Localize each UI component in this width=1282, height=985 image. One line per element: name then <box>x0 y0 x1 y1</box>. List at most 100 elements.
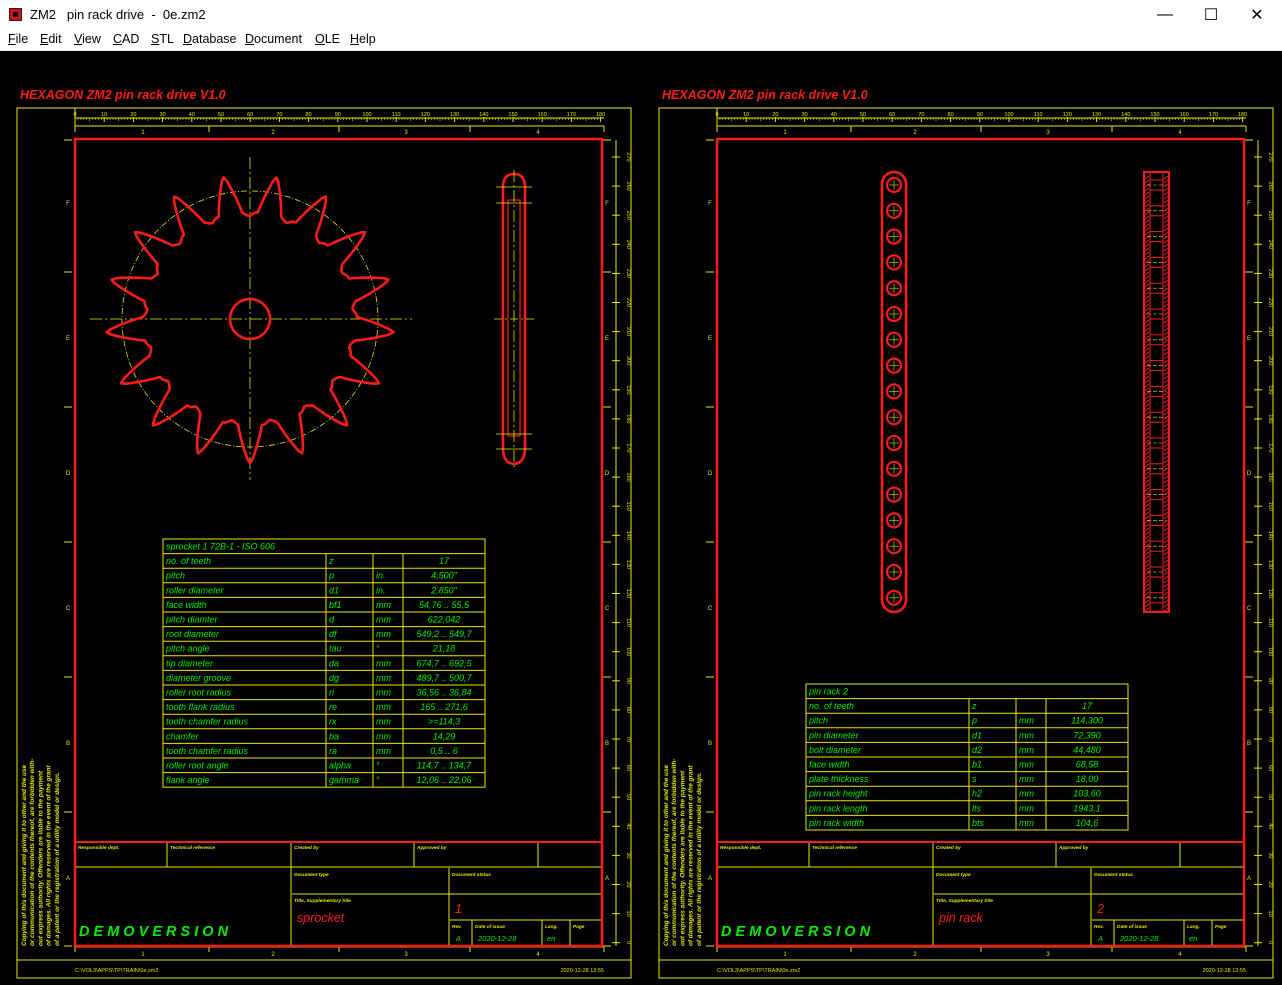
table-cell-unit: mm <box>376 717 391 727</box>
hatch-line <box>1163 255 1169 260</box>
hatch-line <box>1163 499 1169 504</box>
ruler-number: 70 <box>918 112 924 118</box>
menu-help[interactable]: Help <box>350 32 376 46</box>
title-bar[interactable]: ZM2 pin rack drive - 0e.zm2 — ☐ ✕ <box>0 0 1282 30</box>
hatch-line <box>1144 403 1150 408</box>
close-button[interactable]: ✕ <box>1234 0 1280 30</box>
hatch-line <box>1144 175 1150 180</box>
hatch-line <box>1163 351 1169 356</box>
hatch-line <box>1163 291 1169 296</box>
menu-file[interactable]: File <box>8 32 28 46</box>
menu-stl[interactable]: STL <box>151 32 174 46</box>
table-cell-symbol: bf1 <box>329 600 342 610</box>
ruler-number: 90 <box>335 112 341 118</box>
zone-letter-left: C <box>66 606 71 612</box>
table-cell-name: tooth chamfer radius <box>166 717 249 727</box>
side-number: 60 <box>625 765 631 771</box>
table-cell-value: 103,60 <box>1073 789 1101 799</box>
hatch-line <box>1163 219 1169 224</box>
table-cell-symbol: re <box>329 702 337 712</box>
hatch-line <box>1144 327 1150 332</box>
hatch-line <box>1163 571 1169 576</box>
hatch-line <box>1144 451 1150 456</box>
side-number: 70 <box>1267 736 1273 742</box>
hatch-line <box>1144 355 1150 360</box>
menu-view[interactable]: View <box>74 32 101 46</box>
table-cell-symbol: df <box>329 629 338 639</box>
side-number: 210 <box>1267 327 1273 336</box>
tb-label: Document status <box>1094 872 1133 878</box>
hatch-line <box>1163 527 1169 532</box>
hatch-line <box>1144 443 1150 448</box>
table-cell-unit: mm <box>376 600 391 610</box>
table-cell-symbol: alpha <box>329 761 351 771</box>
hatch-line <box>1163 307 1169 312</box>
ruler-number: 130 <box>1092 112 1101 118</box>
hatch-line <box>1144 275 1150 280</box>
app-icon[interactable] <box>9 8 22 21</box>
ruler-number: 130 <box>450 112 459 118</box>
hatch-line <box>1144 255 1150 260</box>
hatch-line <box>1163 347 1169 352</box>
hatch-line <box>1163 483 1169 488</box>
table-cell-value: 36,56 .. 36,84 <box>416 688 471 698</box>
table-cell-value: 622,042 <box>428 615 461 625</box>
close-icon: ✕ <box>1250 7 1264 24</box>
hatch-line <box>1163 451 1169 456</box>
menu-document[interactable]: Document <box>245 32 302 46</box>
zone-number-bottom: 3 <box>404 952 408 958</box>
hatch-line <box>1144 343 1150 348</box>
side-number: 160 <box>625 473 631 482</box>
sheet-header: HEXAGON ZM2 pin rack drive V1.0 <box>662 88 868 102</box>
maximize-button[interactable]: ☐ <box>1188 0 1234 30</box>
menu-database[interactable]: Database <box>183 32 237 46</box>
hatch-line <box>1144 563 1150 568</box>
menu-ole[interactable]: OLE <box>315 32 340 46</box>
copyright-note: or communication of the contents thereof… <box>29 759 36 946</box>
drawing-canvas[interactable]: HEXAGON ZM2 pin rack drive V1.00 10 20 30 40… <box>0 51 1282 985</box>
hatch-line <box>1144 591 1150 596</box>
table-cell-name: flank angle <box>166 775 210 785</box>
hatch-line <box>1163 431 1169 436</box>
sprocket-drawing <box>90 157 534 480</box>
copyright-note: out express authority. Offenders are lia… <box>679 770 686 946</box>
tb-label: Date of issue <box>475 924 505 930</box>
hatch-line <box>1144 271 1150 276</box>
table-cell-unit: mm <box>376 673 391 683</box>
hatch-line <box>1144 211 1150 216</box>
hatch-line <box>1144 571 1150 576</box>
table-cell-unit: mm <box>1019 789 1034 799</box>
table-cell-symbol: ra <box>329 746 337 756</box>
minimize-button[interactable]: — <box>1142 0 1188 30</box>
side-number: 240 <box>625 240 631 249</box>
zone-letter-left: D <box>66 471 71 477</box>
hatch-line <box>1163 187 1169 192</box>
table-title: pin rack 2 <box>808 687 848 697</box>
table-cell-name: pin rack length <box>808 803 868 813</box>
menu-edit[interactable]: Edit <box>40 32 62 46</box>
table-cell-symbol: d1 <box>972 730 982 740</box>
zone-letter-left: F <box>66 201 70 207</box>
side-number: 150 <box>625 502 631 511</box>
table-cell-symbol: gamma <box>329 775 359 785</box>
hatch-line <box>1144 407 1150 412</box>
table-cell-unit: in. <box>376 571 386 581</box>
ruler-number: 40 <box>831 112 837 118</box>
hatch-line <box>1144 195 1150 200</box>
hatch-line <box>1163 211 1169 216</box>
ruler-number: 10 <box>743 112 749 118</box>
hatch-line <box>1163 239 1169 244</box>
ruler-number: 90 <box>977 112 983 118</box>
hatch-line <box>1144 267 1150 272</box>
hatch-line <box>1163 575 1169 580</box>
window-title: ZM2 pin rack drive - 0e.zm2 <box>30 7 206 22</box>
tb-label: Document type <box>936 872 971 878</box>
side-number: 50 <box>1267 794 1273 800</box>
menu-cad[interactable]: CAD <box>113 32 139 46</box>
hatch-line <box>1163 579 1169 584</box>
table-cell-name: tip diameter <box>166 658 214 668</box>
tb-label: Approved by <box>416 845 447 851</box>
hatch-line <box>1144 319 1150 324</box>
hatch-line <box>1163 327 1169 332</box>
hatch-line <box>1163 375 1169 380</box>
